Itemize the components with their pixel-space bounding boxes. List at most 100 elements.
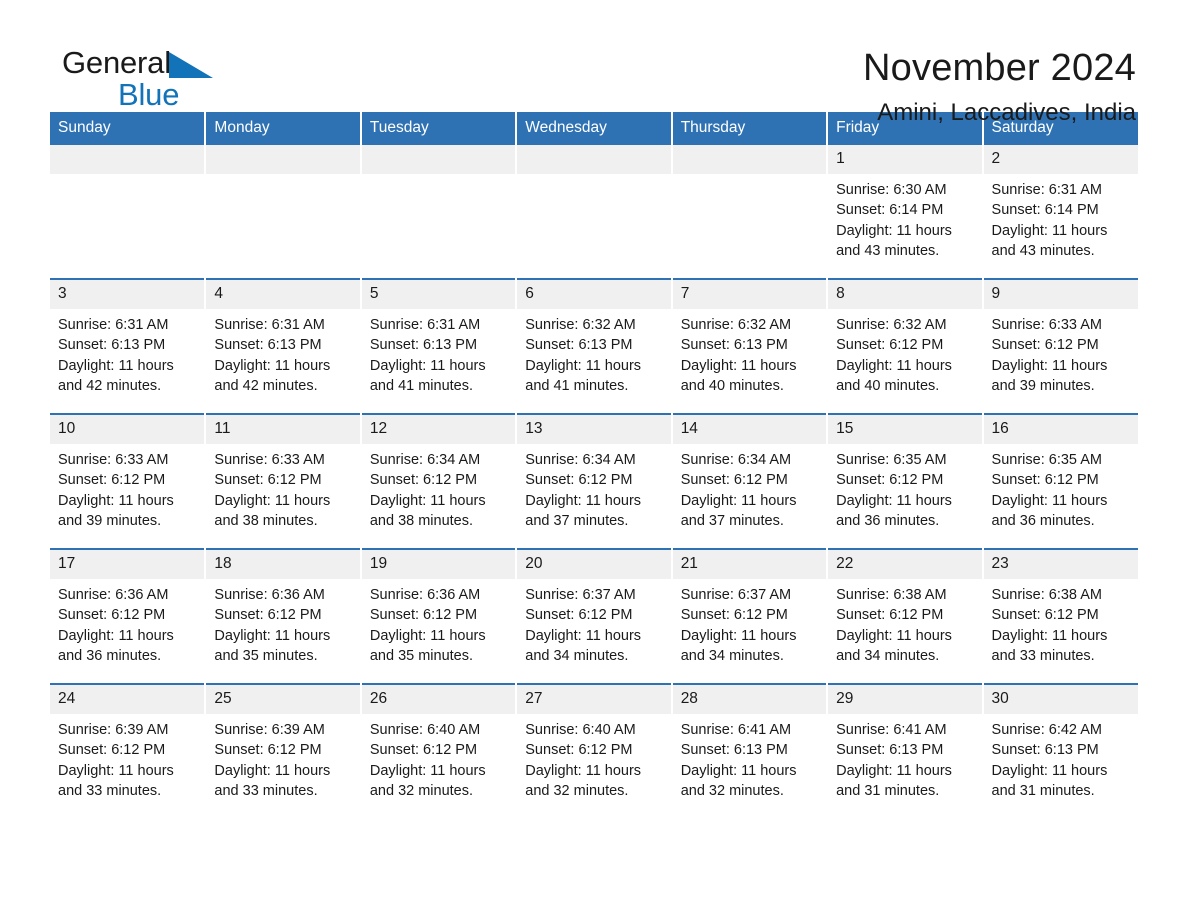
calendar-day-cell[interactable] — [516, 145, 673, 279]
day-daylight-2-text: and 38 minutes. — [369, 512, 474, 529]
day-sun-info: Sunrise: 6:33 AM Sunset: 6:12 PM Daylight:… — [206, 444, 359, 531]
day-number: 15 — [828, 415, 982, 444]
day-sunset-text: Sunset: 6:12 PM — [214, 472, 322, 489]
calendar-day-cell[interactable]: 10 Sunrise: 6:33 AM Sunset: 6:12 PM Dayligh… — [50, 413, 207, 549]
calendar-week-row: 1 Sunrise: 6:30 AM Sunset: 6:14 PM Daylight… — [50, 145, 1138, 279]
day-daylight-2-text: and 36 minutes. — [836, 512, 940, 529]
day-sunrise-text: Sunrise: 6:41 AM — [836, 722, 947, 738]
calendar-week-row: 10 Sunrise: 6:33 AM Sunset: 6:12 PM Dayligh… — [50, 413, 1138, 549]
day-number: 22 — [828, 550, 982, 579]
day-sunset-text: Sunset: 6:12 PM — [369, 607, 478, 624]
day-sun-info: Sunrise: 6:32 AM Sunset: 6:12 PM Daylight:… — [828, 309, 981, 396]
calendar-table: Sunday Monday Tuesday Wednesday Thursday… — [50, 112, 1138, 818]
day-daylight-1-text: Daylight: 11 hours — [214, 492, 331, 509]
day-sunrise-text: Sunrise: 6:33 AM — [214, 452, 325, 468]
calendar-week-row: 24 Sunrise: 6:39 AM Sunset: 6:12 PM Dayligh… — [50, 683, 1138, 818]
day-number: 26 — [361, 685, 516, 714]
calendar-day-cell[interactable]: 28 Sunrise: 6:41 AM Sunset: 6:13 PM Dayligh… — [671, 683, 829, 818]
day-number: 4 — [206, 280, 360, 309]
calendar-day-cell[interactable]: 20 Sunrise: 6:37 AM Sunset: 6:12 PM Dayligh… — [516, 548, 673, 684]
day-number: 21 — [672, 550, 827, 579]
day-sunrise-text: Sunrise: 6:34 AM — [525, 452, 636, 468]
day-sun-info: Sunrise: 6:36 AM Sunset: 6:12 PM Daylight:… — [50, 579, 204, 666]
day-daylight-1-text: Daylight: 11 hours — [991, 357, 1108, 374]
day-number: 23 — [983, 550, 1138, 579]
calendar-day-cell[interactable]: 4 Sunrise: 6:31 AM Sunset: 6:13 PM Daylight… — [205, 278, 362, 414]
calendar-day-cell[interactable]: 21 Sunrise: 6:37 AM Sunset: 6:12 PM Dayligh… — [671, 548, 829, 684]
calendar-day-cell[interactable]: 2 Sunrise: 6:31 AM Sunset: 6:14 PM Daylight… — [983, 145, 1138, 279]
calendar-day-cell[interactable]: 29 Sunrise: 6:41 AM Sunset: 6:13 PM Dayligh… — [827, 683, 984, 818]
day-number — [672, 145, 827, 174]
day-sunset-text: Sunset: 6:12 PM — [836, 337, 944, 354]
calendar-day-cell[interactable]: 15 Sunrise: 6:35 AM Sunset: 6:12 PM Dayligh… — [827, 413, 984, 549]
brand-logo[interactable]: General Blue — [50, 46, 250, 116]
calendar-day-cell[interactable]: 30 Sunrise: 6:42 AM Sunset: 6:13 PM Dayligh… — [982, 683, 1138, 818]
calendar-day-cell[interactable] — [671, 145, 829, 279]
calendar-day-cell[interactable]: 19 Sunrise: 6:36 AM Sunset: 6:12 PM Dayligh… — [360, 548, 518, 684]
day-sun-info: Sunrise: 6:40 AM Sunset: 6:12 PM Daylight:… — [517, 714, 670, 801]
day-sunrise-text: Sunrise: 6:34 AM — [369, 452, 481, 468]
calendar-day-cell[interactable]: 11 Sunrise: 6:33 AM Sunset: 6:12 PM Dayligh… — [205, 413, 362, 549]
day-number: 7 — [672, 280, 827, 309]
day-cell-body: 1 Sunrise: 6:30 AM Sunset: 6:14 PM Daylight… — [828, 145, 982, 278]
weekday-header-wednesday: Wednesday — [516, 112, 673, 145]
day-sunset-text: Sunset: 6:12 PM — [525, 472, 633, 489]
calendar-day-cell[interactable]: 16 Sunrise: 6:35 AM Sunset: 6:12 PM Dayligh… — [982, 413, 1138, 549]
day-number: 12 — [361, 415, 516, 444]
calendar-day-cell[interactable]: 17 Sunrise: 6:36 AM Sunset: 6:12 PM Dayligh… — [50, 548, 207, 684]
day-cell-body: 30 Sunrise: 6:42 AM Sunset: 6:13 PM Dayligh… — [983, 685, 1138, 818]
calendar-day-cell[interactable]: 14 Sunrise: 6:34 AM Sunset: 6:12 PM Dayligh… — [671, 413, 829, 549]
calendar-day-cell[interactable]: 22 Sunrise: 6:38 AM Sunset: 6:12 PM Dayligh… — [827, 548, 984, 684]
day-sunrise-text: Sunrise: 6:31 AM — [369, 317, 481, 333]
day-number: 28 — [672, 685, 827, 714]
day-cell-body: 26 Sunrise: 6:40 AM Sunset: 6:12 PM Dayligh… — [361, 685, 516, 818]
calendar-day-cell[interactable] — [360, 145, 518, 279]
calendar-day-cell[interactable]: 12 Sunrise: 6:34 AM Sunset: 6:12 PM Dayligh… — [360, 413, 518, 549]
calendar-day-cell[interactable] — [50, 145, 207, 279]
calendar-day-cell[interactable]: 1 Sunrise: 6:30 AM Sunset: 6:14 PM Daylight… — [827, 145, 984, 279]
day-cell-body — [361, 145, 516, 278]
day-number: 2 — [983, 145, 1138, 174]
day-number: 18 — [206, 550, 360, 579]
calendar-day-cell[interactable]: 8 Sunrise: 6:32 AM Sunset: 6:12 PM Daylight… — [827, 278, 984, 414]
day-sunrise-text: Sunrise: 6:39 AM — [58, 722, 169, 738]
day-number: 20 — [517, 550, 671, 579]
calendar-day-cell[interactable]: 23 Sunrise: 6:38 AM Sunset: 6:12 PM Dayligh… — [982, 548, 1138, 684]
day-daylight-2-text: and 43 minutes. — [836, 242, 940, 259]
calendar-day-cell[interactable]: 18 Sunrise: 6:36 AM Sunset: 6:12 PM Dayligh… — [205, 548, 362, 684]
calendar-day-cell[interactable]: 13 Sunrise: 6:34 AM Sunset: 6:12 PM Dayligh… — [516, 413, 673, 549]
calendar-day-cell[interactable]: 24 Sunrise: 6:39 AM Sunset: 6:12 PM Dayligh… — [50, 683, 207, 818]
day-cell-body: 15 Sunrise: 6:35 AM Sunset: 6:12 PM Dayligh… — [828, 415, 982, 548]
day-cell-body: 18 Sunrise: 6:36 AM Sunset: 6:12 PM Dayligh… — [206, 550, 360, 683]
calendar-day-cell[interactable]: 26 Sunrise: 6:40 AM Sunset: 6:12 PM Dayligh… — [360, 683, 518, 818]
day-sunset-text: Sunset: 6:12 PM — [58, 607, 166, 624]
calendar-day-cell[interactable]: 27 Sunrise: 6:40 AM Sunset: 6:12 PM Dayligh… — [516, 683, 673, 818]
day-daylight-2-text: and 39 minutes. — [991, 377, 1095, 394]
day-sunrise-text: Sunrise: 6:31 AM — [214, 317, 325, 333]
day-sun-info: Sunrise: 6:36 AM Sunset: 6:12 PM Daylight:… — [206, 579, 359, 666]
day-sunset-text: Sunset: 6:12 PM — [991, 472, 1099, 489]
day-daylight-2-text: and 33 minutes. — [58, 782, 162, 799]
calendar-day-cell[interactable]: 7 Sunrise: 6:32 AM Sunset: 6:13 PM Daylight… — [671, 278, 829, 414]
day-sunrise-text: Sunrise: 6:34 AM — [680, 452, 792, 468]
calendar-day-cell[interactable]: 25 Sunrise: 6:39 AM Sunset: 6:12 PM Dayligh… — [205, 683, 362, 818]
day-cell-body: 3 Sunrise: 6:31 AM Sunset: 6:13 PM Daylight… — [50, 280, 205, 413]
day-cell-body — [517, 145, 671, 278]
day-sunset-text: Sunset: 6:14 PM — [836, 202, 944, 219]
day-sunrise-text: Sunrise: 6:38 AM — [991, 587, 1102, 603]
day-sun-info: Sunrise: 6:37 AM Sunset: 6:12 PM Daylight:… — [673, 579, 826, 666]
title-block: November 2024 Amini, Laccadives, India — [863, 46, 1138, 128]
calendar-day-cell[interactable]: 6 Sunrise: 6:32 AM Sunset: 6:13 PM Daylight… — [516, 278, 673, 414]
day-cell-body: 23 Sunrise: 6:38 AM Sunset: 6:12 PM Dayligh… — [983, 550, 1138, 683]
calendar-day-cell[interactable]: 3 Sunrise: 6:31 AM Sunset: 6:13 PM Daylight… — [50, 278, 207, 414]
day-cell-body: 2 Sunrise: 6:31 AM Sunset: 6:14 PM Daylight… — [983, 145, 1138, 278]
calendar-day-cell[interactable] — [205, 145, 362, 279]
day-sun-info: Sunrise: 6:38 AM Sunset: 6:12 PM Daylight:… — [828, 579, 981, 666]
day-sunrise-text: Sunrise: 6:32 AM — [836, 317, 947, 333]
calendar-day-cell[interactable]: 9 Sunrise: 6:33 AM Sunset: 6:12 PM Daylight… — [982, 278, 1138, 414]
calendar-day-cell[interactable]: 5 Sunrise: 6:31 AM Sunset: 6:13 PM Daylight… — [360, 278, 518, 414]
day-sunrise-text: Sunrise: 6:35 AM — [836, 452, 947, 468]
day-sun-info: Sunrise: 6:32 AM Sunset: 6:13 PM Daylight:… — [673, 309, 826, 396]
day-sun-info: Sunrise: 6:39 AM Sunset: 6:12 PM Daylight:… — [206, 714, 359, 801]
day-sunrise-text: Sunrise: 6:37 AM — [680, 587, 792, 603]
